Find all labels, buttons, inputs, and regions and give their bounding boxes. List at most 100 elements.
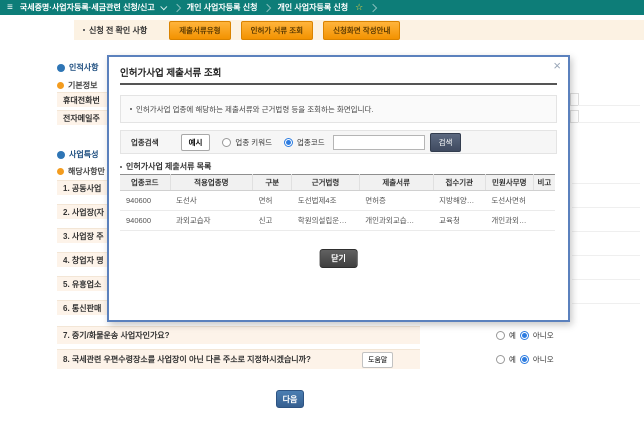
section-bullet-icon	[57, 82, 64, 89]
doc-list-title-row: 인허가사업 제출서류 목록	[120, 161, 211, 172]
col-header: 비고	[533, 175, 555, 191]
cell: 도선법제4조	[292, 191, 359, 211]
cell: 도선사	[170, 191, 253, 211]
section-biz-label: 사업특성	[69, 149, 98, 160]
chevron-down-icon[interactable]	[160, 3, 167, 10]
search-button[interactable]: 검색	[430, 133, 462, 152]
modal-description-box: 인허가사업 업종에 해당하는 제출서류와 근거법령 등을 조회하는 화면입니다.	[120, 95, 557, 123]
divider	[572, 207, 640, 208]
industry-code-input[interactable]	[333, 135, 425, 150]
col-header: 제출서류	[359, 175, 433, 191]
email-field-label: 전자메일주	[63, 113, 100, 124]
form-guide-button[interactable]: 신청화면 작성안내	[323, 21, 400, 40]
industry-search-label: 업종검색	[131, 137, 159, 148]
q8-yes-radio[interactable]	[496, 355, 505, 364]
question-6-label: 6. 통신판매	[63, 303, 101, 314]
section-personal-info: 인적사항	[57, 62, 98, 73]
section-personal-label: 인적사항	[69, 62, 98, 73]
question-row-7: 7. 중기/화물운송 사업자인가요?	[57, 326, 420, 344]
industry-keyword-radio[interactable]	[222, 138, 231, 147]
question-8-radio-group: 예 아니오	[496, 354, 554, 365]
col-header: 접수기관	[433, 175, 485, 191]
cell: 교육청	[433, 211, 485, 231]
breadcrumb-item-1[interactable]: 개인 사업자등록 신청	[187, 2, 258, 13]
table-header-row: 업종코드 적용업종명 구분 근거법령 제출서류 접수기관 민원사무명 비고	[120, 175, 555, 191]
help-button[interactable]: 도움말	[362, 352, 393, 368]
menu-title[interactable]: 국세증명·사업자등록·세금관련 신청/신고	[20, 2, 155, 13]
cell: 신고	[253, 211, 292, 231]
industry-code-label[interactable]: 업종코드	[297, 137, 325, 148]
section-applicable-label: 해당사항만	[68, 166, 105, 177]
title-divider	[120, 83, 557, 85]
question-8-label: 8. 국세관련 우편수령장소를 사업장이 아닌 다른 주소로 지정하시겠습니까?	[63, 354, 311, 365]
divider	[578, 105, 640, 106]
divider	[572, 231, 640, 232]
section-bullet-icon	[57, 168, 64, 175]
bullet-icon	[83, 29, 85, 31]
document-type-button[interactable]: 제출서류유형	[169, 21, 230, 40]
cell: 940600	[120, 211, 170, 231]
q7-yes-radio[interactable]	[496, 331, 505, 340]
example-button[interactable]: 예시	[181, 134, 211, 151]
question-4-label: 4. 창업자 명	[63, 255, 104, 266]
bullet-icon	[120, 166, 122, 168]
breadcrumb-separator-icon	[369, 3, 377, 11]
q8-yes-label[interactable]: 예	[509, 354, 516, 365]
cell: 개인과외…	[485, 211, 533, 231]
cell: 지방해양…	[433, 191, 485, 211]
breadcrumb-item-2[interactable]: 개인 사업자등록 신청	[277, 2, 348, 13]
cell: 개인과외교습…	[359, 211, 433, 231]
license-doc-lookup-button[interactable]: 인허가 서류 조회	[241, 21, 313, 40]
divider	[572, 279, 640, 280]
pre-check-label: 신청 전 확인 사항	[89, 25, 147, 36]
divider	[572, 255, 640, 256]
divider	[572, 183, 640, 184]
breadcrumb-separator-icon	[263, 3, 271, 11]
q7-no-radio-selected[interactable]	[520, 331, 529, 340]
favorite-star-icon[interactable]: ☆	[355, 2, 363, 13]
hamburger-menu-icon[interactable]: ≡	[7, 3, 13, 13]
table-row[interactable]: 940600 과외교습자 신고 학원의설립운… 개인과외교습… 교육청 개인과외…	[120, 211, 555, 231]
question-2-label: 2. 사업장(자	[63, 207, 104, 218]
col-header: 적용업종명	[170, 175, 253, 191]
divider	[578, 122, 640, 123]
cell	[533, 211, 555, 231]
col-header: 구분	[253, 175, 292, 191]
modal-close-button[interactable]: 닫기	[319, 249, 358, 268]
col-header: 근거법령	[292, 175, 359, 191]
section-bullet-icon	[57, 64, 65, 72]
industry-keyword-label[interactable]: 업종 키워드	[235, 137, 272, 148]
question-3-label: 3. 사업장 주	[63, 231, 104, 242]
q7-yes-label[interactable]: 예	[509, 330, 516, 341]
q8-no-label[interactable]: 아니오	[533, 354, 554, 365]
modal-description: 인허가사업 업종에 해당하는 제출서류와 근거법령 등을 조회하는 화면입니다.	[136, 104, 373, 115]
doc-list-title: 인허가사업 제출서류 목록	[126, 161, 211, 172]
section-basic-label: 기본정보	[68, 80, 97, 91]
cell: 940600	[120, 191, 170, 211]
modal-title: 인허가사업 제출서류 조회	[120, 65, 221, 79]
question-7-radio-group: 예 아니오	[496, 330, 554, 341]
doc-list-table: 업종코드 적용업종명 구분 근거법령 제출서류 접수기관 민원사무명 비고 94…	[120, 174, 555, 231]
top-navigation-bar: ≡ 국세증명·사업자등록·세금관련 신청/신고 개인 사업자등록 신청 개인 사…	[0, 0, 644, 15]
close-icon[interactable]: ×	[553, 59, 561, 72]
cell: 도선사면허	[485, 191, 533, 211]
section-applicable-only: 해당사항만	[57, 166, 105, 177]
section-business-traits: 사업특성	[57, 149, 98, 160]
cell: 과외교습자	[170, 211, 253, 231]
section-basic-info: 기본정보	[57, 80, 97, 91]
cell: 면허증	[359, 191, 433, 211]
cell: 면허	[253, 191, 292, 211]
q8-no-radio-selected[interactable]	[520, 355, 529, 364]
industry-search-row: 업종검색 예시 업종 키워드 업종코드 검색	[120, 130, 557, 154]
next-button[interactable]: 다음	[276, 390, 304, 408]
license-doc-lookup-modal: × 인허가사업 제출서류 조회 인허가사업 업종에 해당하는 제출서류와 근거법…	[107, 55, 570, 322]
table-row[interactable]: 940600 도선사 면허 도선법제4조 면허증 지방해양… 도선사면허	[120, 191, 555, 211]
question-1-label: 1. 공동사업	[63, 183, 101, 194]
col-header: 민원사무명	[485, 175, 533, 191]
cell: 학원의설립운…	[292, 211, 359, 231]
col-header: 업종코드	[120, 175, 170, 191]
question-7-label: 7. 중기/화물운송 사업자인가요?	[63, 330, 170, 341]
section-bullet-icon	[57, 151, 65, 159]
industry-code-radio-selected[interactable]	[284, 138, 293, 147]
q7-no-label[interactable]: 아니오	[533, 330, 554, 341]
